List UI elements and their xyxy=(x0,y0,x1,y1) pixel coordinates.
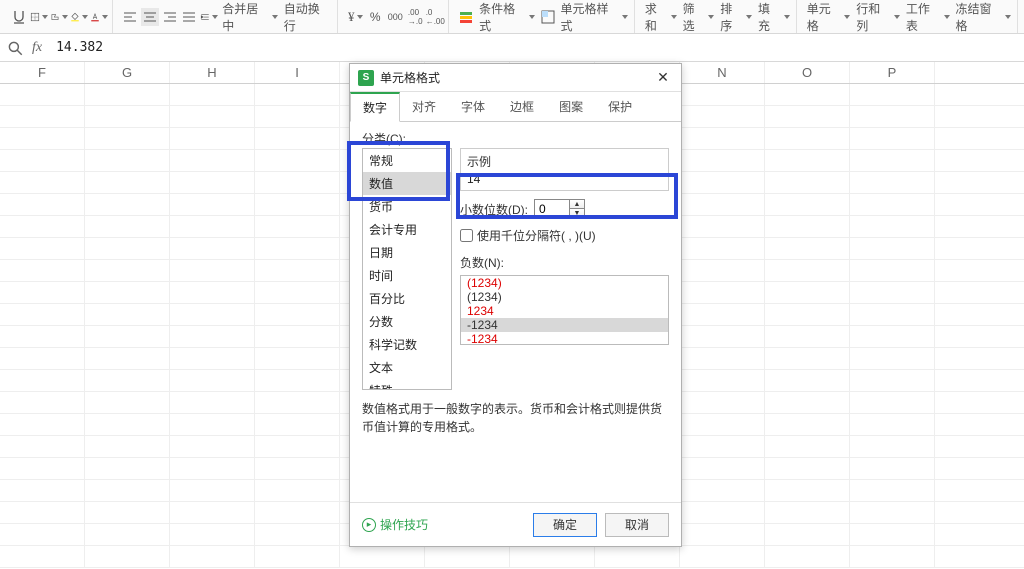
sheet-button[interactable]: 工作表 xyxy=(904,0,952,34)
cancel-button[interactable]: 取消 xyxy=(605,513,669,537)
category-item-scientific[interactable]: 科学记数 xyxy=(363,333,451,356)
main-toolbar: 合并居中 自动换行 ¥ % 000 .00→.0 .0←.00 条件格式 单元格… xyxy=(0,0,1024,34)
font-color-icon[interactable] xyxy=(90,8,108,26)
tips-icon: ▸ xyxy=(362,518,376,532)
formula-value[interactable]: 14.382 xyxy=(50,40,103,55)
align-center-icon[interactable] xyxy=(141,8,159,26)
search-icon[interactable] xyxy=(6,39,24,57)
dialog-title: 单元格格式 xyxy=(380,69,653,86)
col-header[interactable]: N xyxy=(680,62,765,83)
tips-label: 操作技巧 xyxy=(380,516,428,533)
category-item-fraction[interactable]: 分数 xyxy=(363,310,451,333)
category-item-date[interactable]: 日期 xyxy=(363,241,451,264)
category-item-time[interactable]: 时间 xyxy=(363,264,451,287)
col-header[interactable]: I xyxy=(255,62,340,83)
dialog-titlebar: S 单元格格式 ✕ xyxy=(350,64,681,92)
category-item-general[interactable]: 常规 xyxy=(363,149,451,172)
formula-bar: fx 14.382 xyxy=(0,34,1024,62)
thousand-separator-input[interactable] xyxy=(460,229,473,242)
fill-color-icon[interactable] xyxy=(70,8,88,26)
sort-button[interactable]: 排序 xyxy=(718,0,754,34)
negative-option[interactable]: -1234 xyxy=(461,332,668,345)
category-item-percent[interactable]: 百分比 xyxy=(363,287,451,310)
cond-format-button[interactable]: 条件格式 xyxy=(477,0,537,34)
thousand-separator-checkbox[interactable]: 使用千位分隔符( , )(U) xyxy=(460,227,669,244)
col-header[interactable]: F xyxy=(0,62,85,83)
negatives-label: 负数(N): xyxy=(460,254,669,271)
auto-wrap-button[interactable]: 自动换行 xyxy=(282,0,334,34)
percent-icon[interactable]: % xyxy=(366,8,384,26)
fill-button[interactable]: 填充 xyxy=(756,0,792,34)
indent-icon[interactable] xyxy=(200,8,218,26)
category-item-currency[interactable]: 货币 xyxy=(363,195,451,218)
decimal-places-input[interactable] xyxy=(535,202,569,216)
fx-icon[interactable]: fx xyxy=(32,40,42,56)
align-left-icon[interactable] xyxy=(121,8,139,26)
spinner-down-icon[interactable]: ▼ xyxy=(570,209,584,218)
tips-link[interactable]: ▸ 操作技巧 xyxy=(362,516,428,533)
app-logo-icon: S xyxy=(358,70,374,86)
tab-pattern[interactable]: 图案 xyxy=(547,92,596,121)
cond-format-icon[interactable] xyxy=(457,8,475,26)
negative-option[interactable]: 1234 xyxy=(461,304,668,318)
negative-option[interactable]: (1234) xyxy=(461,290,668,304)
col-header[interactable]: G xyxy=(85,62,170,83)
align-right-icon[interactable] xyxy=(161,8,179,26)
tab-protect[interactable]: 保护 xyxy=(596,92,645,121)
col-header[interactable]: O xyxy=(765,62,850,83)
category-item-text[interactable]: 文本 xyxy=(363,356,451,379)
underline-icon[interactable] xyxy=(10,8,28,26)
decrease-decimal-icon[interactable]: .0←.00 xyxy=(426,8,444,26)
negative-option[interactable]: (1234) xyxy=(461,276,668,290)
col-header[interactable]: P xyxy=(850,62,935,83)
category-list[interactable]: 常规 数值 货币 会计专用 日期 时间 百分比 分数 科学记数 文本 特殊 自定… xyxy=(362,148,452,390)
example-box: 示例 14 xyxy=(460,148,669,191)
row-col-button[interactable]: 行和列 xyxy=(854,0,902,34)
cell-format-dialog: S 单元格格式 ✕ 数字 对齐 字体 边框 图案 保护 分类(C): 常规 数值… xyxy=(349,63,682,547)
comma-icon[interactable]: 000 xyxy=(386,8,404,26)
category-item-special[interactable]: 特殊 xyxy=(363,379,451,390)
thousand-separator-label: 使用千位分隔符( , )(U) xyxy=(477,227,596,244)
negatives-list[interactable]: (1234) (1234) 1234 -1234 -1234 xyxy=(460,275,669,345)
freeze-button[interactable]: 冻结窗格 xyxy=(954,0,1014,34)
col-header[interactable]: H xyxy=(170,62,255,83)
tab-font[interactable]: 字体 xyxy=(449,92,498,121)
decimal-places-label: 小数位数(D): xyxy=(460,201,528,218)
tab-number[interactable]: 数字 xyxy=(350,92,400,122)
border-icon[interactable] xyxy=(30,8,48,26)
merge-center-button[interactable]: 合并居中 xyxy=(220,0,279,34)
negative-option[interactable]: -1234 xyxy=(461,318,668,332)
category-label: 分类(C): xyxy=(362,130,669,147)
align-justify-icon[interactable] xyxy=(180,8,198,26)
tab-align[interactable]: 对齐 xyxy=(400,92,449,121)
decimal-places-spinner[interactable]: ▲ ▼ xyxy=(534,199,585,219)
tab-border[interactable]: 边框 xyxy=(498,92,547,121)
increase-decimal-icon[interactable]: .00→.0 xyxy=(406,8,424,26)
category-item-accounting[interactable]: 会计专用 xyxy=(363,218,451,241)
cell-button[interactable]: 单元格 xyxy=(805,0,853,34)
cell-style-button[interactable]: 单元格样式 xyxy=(558,0,629,34)
filter-button[interactable]: 筛选 xyxy=(681,0,717,34)
format-description: 数值格式用于一般数字的表示。货币和会计格式则提供货币值计算的专用格式。 xyxy=(362,400,669,436)
cell-style-icon[interactable] xyxy=(539,8,557,26)
example-value: 14 xyxy=(467,172,662,186)
close-icon[interactable]: ✕ xyxy=(653,68,673,88)
shape-icon[interactable] xyxy=(50,8,68,26)
example-label: 示例 xyxy=(467,153,662,170)
ok-button[interactable]: 确定 xyxy=(533,513,597,537)
category-item-number[interactable]: 数值 xyxy=(363,172,451,195)
dialog-tabs: 数字 对齐 字体 边框 图案 保护 xyxy=(350,92,681,122)
spinner-up-icon[interactable]: ▲ xyxy=(570,200,584,209)
currency-icon[interactable]: ¥ xyxy=(346,8,364,26)
sum-button[interactable]: 求和 xyxy=(643,0,679,34)
